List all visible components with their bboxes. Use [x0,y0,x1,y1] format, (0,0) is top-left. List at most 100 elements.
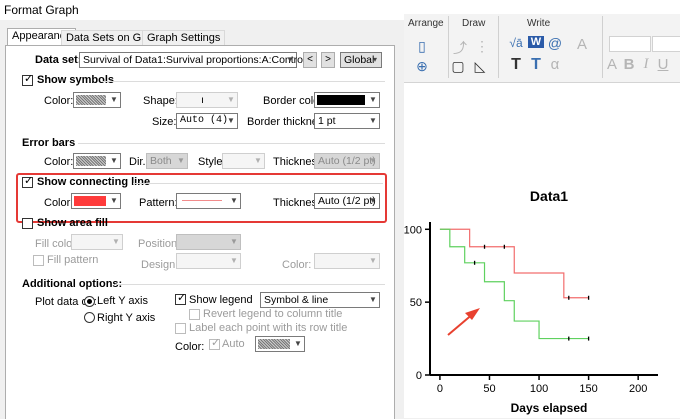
revert-legend-checkbox[interactable] [189,309,200,320]
check-icon: ✓ [24,73,34,85]
error-color-label: Color: [44,156,74,168]
position-select[interactable]: ▼ [176,234,241,250]
chevron-down-icon: ▼ [230,256,238,265]
check-icon: ✓ [177,292,187,304]
legend-color-picker[interactable]: ▼ [255,336,305,352]
next-dataset-button[interactable]: > [321,52,335,68]
y-tick-label: 100 [404,224,422,236]
label-each-point-checkbox[interactable] [175,323,186,334]
left-y-axis-radio[interactable] [84,296,95,307]
section-divider [115,284,385,285]
survival-chart[interactable]: Data1 0 50 100 0 50 100 150 200 Days elapsed [404,0,680,418]
section-divider [78,143,385,144]
dialog-title: Format Graph [4,3,79,17]
scope-select[interactable]: Global ▾ [340,52,382,68]
chevron-down-icon: ▼ [110,95,118,104]
border-color-picker[interactable]: ▼ [314,92,380,108]
graph-window: Arrange Draw Write ▯ ⊕ ⤴ ⋮ ▢ ◺ √ā W @ T … [404,0,680,418]
chevron-down-icon: ▼ [286,55,294,64]
color-swatch [317,95,365,105]
y-tick-label: 0 [416,370,422,382]
size-label: Size: [152,116,177,128]
chevron-down-icon: ▼ [177,156,185,165]
chevron-down-icon: ▼ [227,116,235,125]
fill-color-picker[interactable]: ▼ [71,234,123,250]
legend-mode-select[interactable]: Symbol & line ▼ [260,292,380,308]
x-tick-label: 100 [530,383,548,395]
color-swatch [258,339,290,349]
right-y-axis-label: Right Y axis [97,312,156,324]
y-tick-label: 50 [410,297,422,309]
error-bars-title: Error bars [22,137,76,149]
x-axis-label: Days elapsed [511,401,588,415]
chevron-down-icon: ▼ [369,256,377,265]
dir-select[interactable]: Both ▼ [146,153,188,169]
dialog-titlebar[interactable]: Format Graph [0,0,404,20]
chevron-down-icon: ▼ [227,95,235,104]
additional-options-title: Additional options: [22,278,123,290]
x-tick-label: 50 [483,383,495,395]
position-label: Position: [138,238,181,250]
auto-color-label: Auto [222,338,245,350]
show-symbols-checkbox[interactable]: ✓ [22,73,34,86]
color-swatch [76,156,106,166]
chart-axes: 0 50 100 0 50 100 150 200 [404,222,658,395]
series-line-1 [439,228,589,299]
chevron-down-icon: ▼ [254,156,262,165]
error-thickness-select[interactable]: Auto (1/2 pt) ▼ [314,153,380,169]
symbol-color-label: Color: [44,95,74,107]
border-thickness-value: 1 pt [318,115,336,127]
shape-label: Shape: [143,95,178,107]
legend-color-label: Color: [175,341,205,353]
chevron-down-icon: ▼ [369,156,377,165]
chevron-down-icon: ▼ [369,116,377,125]
area-color-label: Color: [282,259,312,271]
chevron-down-icon: ▼ [369,295,377,304]
show-area-fill-label: Show area fill [37,217,108,229]
symbol-color-picker[interactable]: ▼ [73,92,121,108]
error-color-picker[interactable]: ▼ [73,153,121,169]
prev-dataset-button[interactable]: < [303,52,317,68]
label-each-point-label: Label each point with its row title [189,322,348,334]
legend-mode-value: Symbol & line [264,294,329,306]
section-divider [102,81,385,82]
check-icon: ✓ [211,337,221,349]
dir-value: Both [150,155,172,167]
color-swatch [76,95,106,105]
size-value: Auto (4) [180,115,229,126]
format-graph-dialog: Format Graph Appearance Data Sets on Gra… [0,0,404,419]
auto-color-checkbox[interactable]: ✓ [209,337,221,350]
left-y-axis-label: Left Y axis [97,295,148,307]
design-select[interactable]: ▼ [176,253,241,269]
show-area-fill-checkbox[interactable] [22,218,33,229]
shape-value: ı [201,94,204,106]
show-legend-checkbox[interactable]: ✓ [175,292,187,305]
show-symbols-label: Show symbols [37,74,115,86]
shape-select[interactable]: ı ▼ [176,92,238,108]
dataset-select[interactable]: Survival of Data1:Survival proportions:A… [79,52,305,68]
show-legend-label: Show legend [189,294,253,306]
highlight-box [16,173,387,223]
design-label: Design: [141,259,179,271]
x-tick-label: 150 [579,383,597,395]
x-tick-label: 0 [437,383,443,395]
x-tick-label: 200 [629,383,647,395]
size-select[interactable]: Auto (4) ▼ [176,113,238,129]
chevron-down-icon: ▼ [110,156,118,165]
right-y-axis-radio[interactable] [84,312,95,323]
border-thickness-select[interactable]: 1 pt ▼ [314,113,380,129]
chevron-down-icon: ▼ [112,237,120,246]
dataset-label: Data set: [35,54,82,66]
chevron-down-icon: ▾ [372,55,377,64]
chevron-down-icon: ▼ [230,237,238,246]
error-style-select[interactable]: ▼ [222,153,265,169]
fill-pattern-checkbox[interactable] [33,255,44,266]
chart-title: Data1 [530,188,568,204]
revert-legend-label: Revert legend to column title [203,308,343,320]
area-color-picker[interactable]: ▼ [314,253,380,269]
chevron-down-icon: ▼ [369,95,377,104]
tab-graph-settings[interactable]: Graph Settings [142,30,226,46]
dataset-value: Survival of Data1:Survival proportions:A… [83,54,306,66]
chevron-down-icon: ▼ [294,339,302,348]
fill-pattern-label: Fill pattern [47,254,99,266]
